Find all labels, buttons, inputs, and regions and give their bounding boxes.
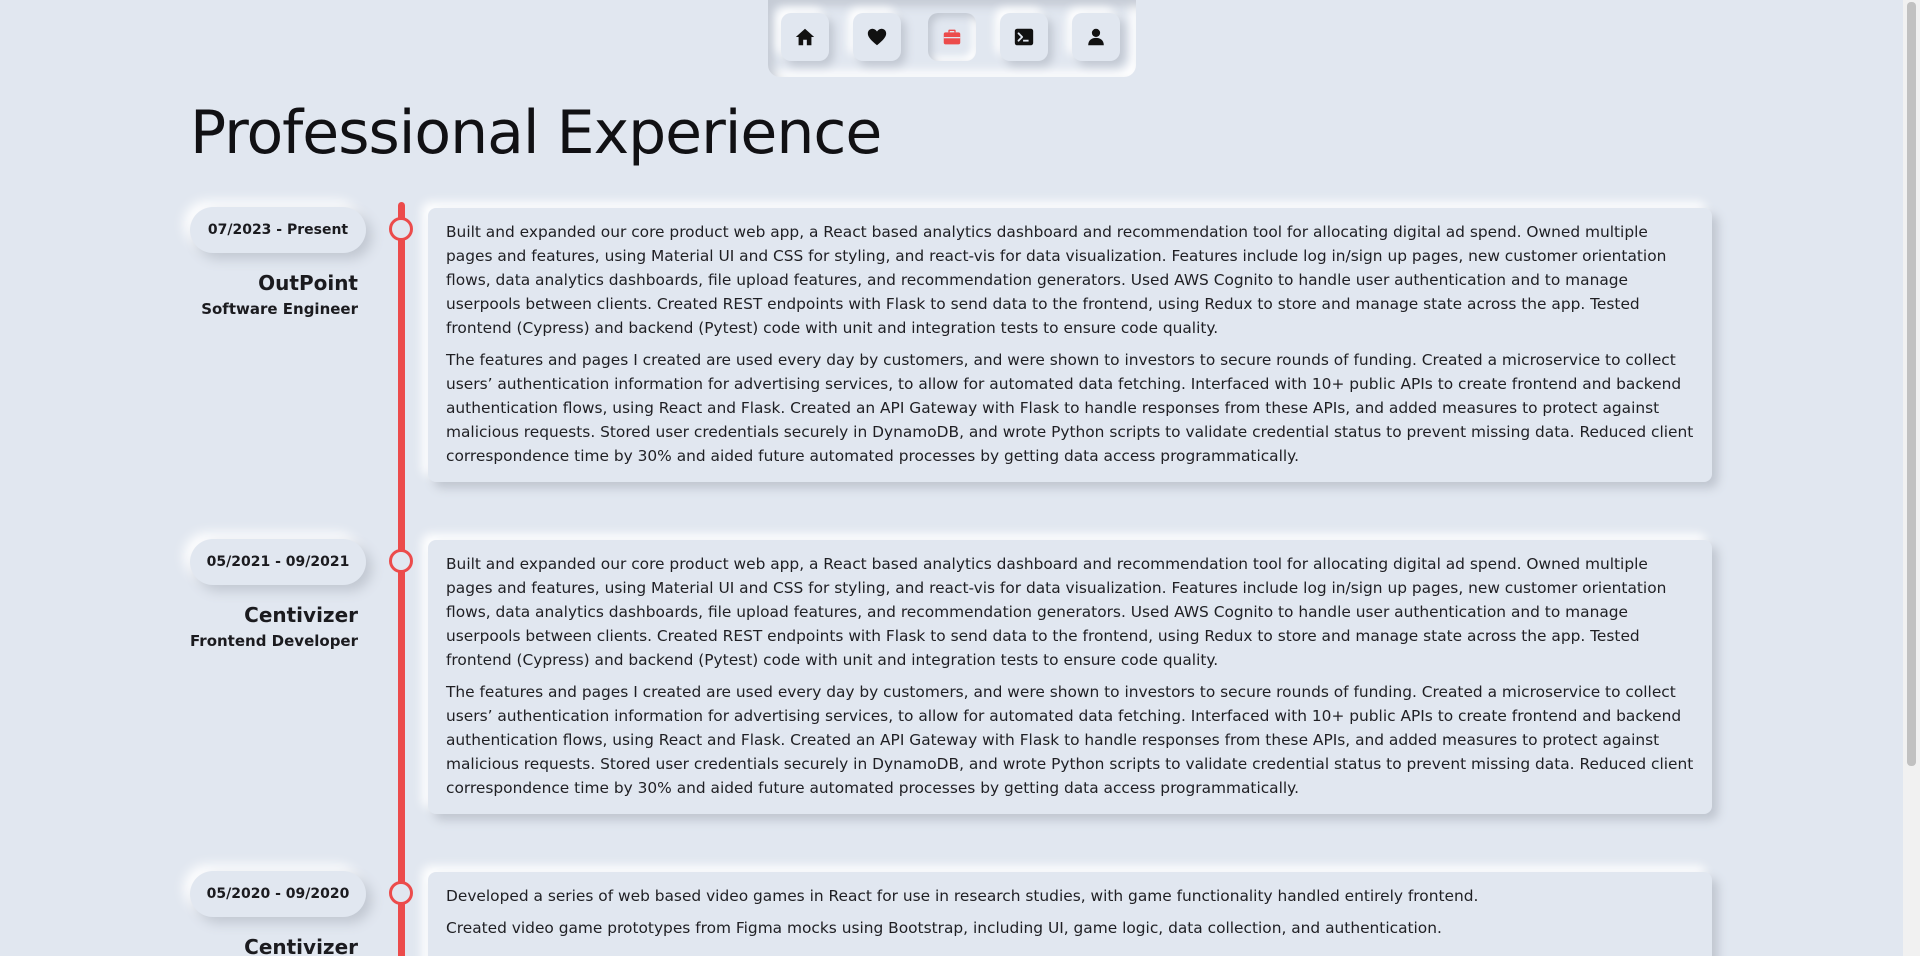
experience-card: Built and expanded our core product web … <box>428 540 1712 814</box>
nav-favorites-button[interactable] <box>853 13 901 61</box>
briefcase-icon <box>943 29 961 45</box>
date-pill: 05/2021 - 09/2021 <box>190 539 366 585</box>
job-role: Frontend Developer <box>190 632 358 650</box>
experience-paragraph: The features and pages I created are use… <box>446 351 1694 465</box>
home-icon <box>795 28 815 46</box>
date-pill: 07/2023 - Present <box>190 207 366 253</box>
top-nav <box>768 0 1136 77</box>
nav-experience-button[interactable] <box>928 13 976 61</box>
timeline-dot <box>389 549 413 573</box>
experience-paragraph: Built and expanded our core product web … <box>446 223 1667 337</box>
nav-terminal-button[interactable] <box>1000 13 1048 61</box>
experience-paragraph: Built and expanded our core product web … <box>446 555 1667 669</box>
page-title: Professional Experience <box>190 98 882 168</box>
heart-icon <box>867 28 887 46</box>
timeline-dot <box>389 881 413 905</box>
experience-card: Developed a series of web based video ga… <box>428 872 1712 956</box>
company-name: Centivizer <box>244 935 358 956</box>
user-icon <box>1088 28 1104 46</box>
nav-profile-button[interactable] <box>1072 13 1120 61</box>
terminal-icon <box>1014 28 1034 46</box>
experience-paragraph: Created video game prototypes from Figma… <box>446 919 1442 937</box>
experience-paragraph: Developed a series of web based video ga… <box>446 887 1479 905</box>
nav-home-button[interactable] <box>781 13 829 61</box>
scrollbar-thumb[interactable] <box>1907 2 1916 766</box>
timeline-line <box>398 202 405 956</box>
company-name: Centivizer <box>244 603 358 627</box>
job-role: Software Engineer <box>201 300 358 318</box>
experience-card: Built and expanded our core product web … <box>428 208 1712 482</box>
date-pill: 05/2020 - 09/2020 <box>190 871 366 917</box>
timeline-dot <box>389 217 413 241</box>
vertical-scrollbar[interactable] <box>1903 0 1920 956</box>
company-name: OutPoint <box>258 271 358 295</box>
experience-paragraph: The features and pages I created are use… <box>446 683 1694 797</box>
page: Professional Experience 07/2023 - Presen… <box>0 0 1920 956</box>
